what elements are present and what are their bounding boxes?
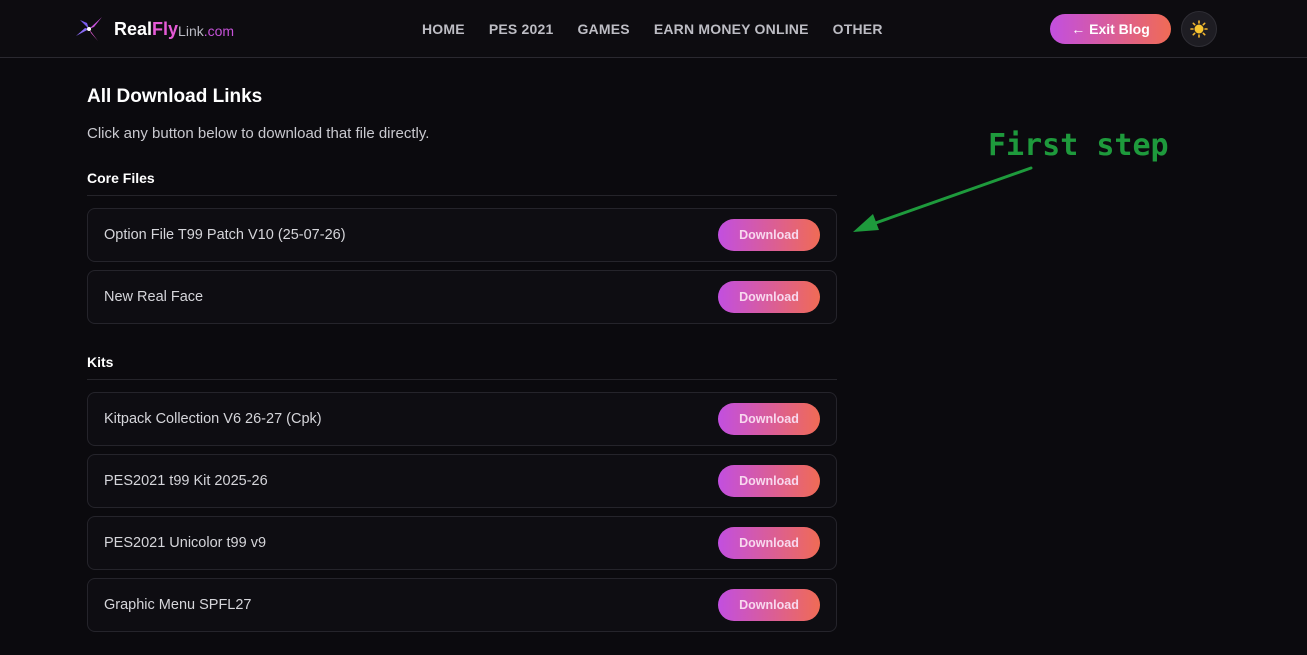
download-button[interactable]: Download: [718, 527, 820, 559]
download-button[interactable]: Download: [718, 589, 820, 621]
logo-text-real: Real: [114, 18, 153, 39]
section-title-core-files: Core Files: [87, 170, 837, 196]
list-item: Kitpack Collection V6 26-27 (Cpk) Downlo…: [87, 392, 837, 446]
file-name: Kitpack Collection V6 26-27 (Cpk): [104, 411, 322, 427]
page-description: Click any button below to download that …: [87, 125, 430, 142]
download-links-panel: All Download Links Click any button belo…: [87, 86, 837, 640]
theme-toggle-button[interactable]: [1181, 11, 1217, 47]
download-button[interactable]: Download: [718, 403, 820, 435]
site-header: Real Fly Link .com HOME PES 2021 GAMES E…: [0, 0, 1307, 58]
file-name: Graphic Menu SPFL27: [104, 597, 252, 613]
list-item: PES2021 Unicolor t99 v9 Download: [87, 516, 837, 570]
file-name: Option File T99 Patch V10 (25-07-26): [104, 227, 346, 243]
kits-list: Kitpack Collection V6 26-27 (Cpk) Downlo…: [87, 392, 837, 632]
file-name: PES2021 t99 Kit 2025-26: [104, 473, 268, 489]
logo-text-com: .com: [203, 22, 235, 39]
pinwheel-logo-icon: [76, 17, 102, 41]
section-title-kits: Kits: [87, 354, 837, 380]
annotation-arrow-icon: [853, 166, 1033, 232]
download-button[interactable]: Download: [718, 219, 820, 251]
nav-earn-money-online[interactable]: EARN MONEY ONLINE: [654, 21, 809, 37]
list-item: Graphic Menu SPFL27 Download: [87, 578, 837, 632]
list-item: Option File T99 Patch V10 (25-07-26) Dow…: [87, 208, 837, 262]
file-name: PES2021 Unicolor t99 v9: [104, 535, 267, 551]
logo-text-link: Link: [178, 22, 204, 39]
download-button[interactable]: Download: [718, 281, 820, 313]
sun-icon: [1190, 20, 1208, 38]
list-item: New Real Face Download: [87, 270, 837, 324]
list-item: PES2021 t99 Kit 2025-26 Download: [87, 454, 837, 508]
first-step-annotation: First step: [988, 128, 1169, 163]
download-button[interactable]: Download: [718, 465, 820, 497]
page-title: All Download Links: [87, 86, 263, 107]
main-nav: HOME PES 2021 GAMES EARN MONEY ONLINE OT…: [410, 0, 895, 58]
nav-games[interactable]: GAMES: [577, 21, 629, 37]
nav-other[interactable]: OTHER: [833, 21, 883, 37]
logo-text-fly: Fly: [152, 18, 179, 39]
nav-home[interactable]: HOME: [422, 21, 465, 37]
nav-pes-2021[interactable]: PES 2021: [489, 21, 554, 37]
exit-blog-button[interactable]: ← Exit Blog: [1050, 14, 1171, 44]
file-name: New Real Face: [104, 289, 204, 305]
site-logo[interactable]: Real Fly Link .com: [74, 14, 234, 44]
core-files-list: Option File T99 Patch V10 (25-07-26) Dow…: [87, 208, 837, 324]
